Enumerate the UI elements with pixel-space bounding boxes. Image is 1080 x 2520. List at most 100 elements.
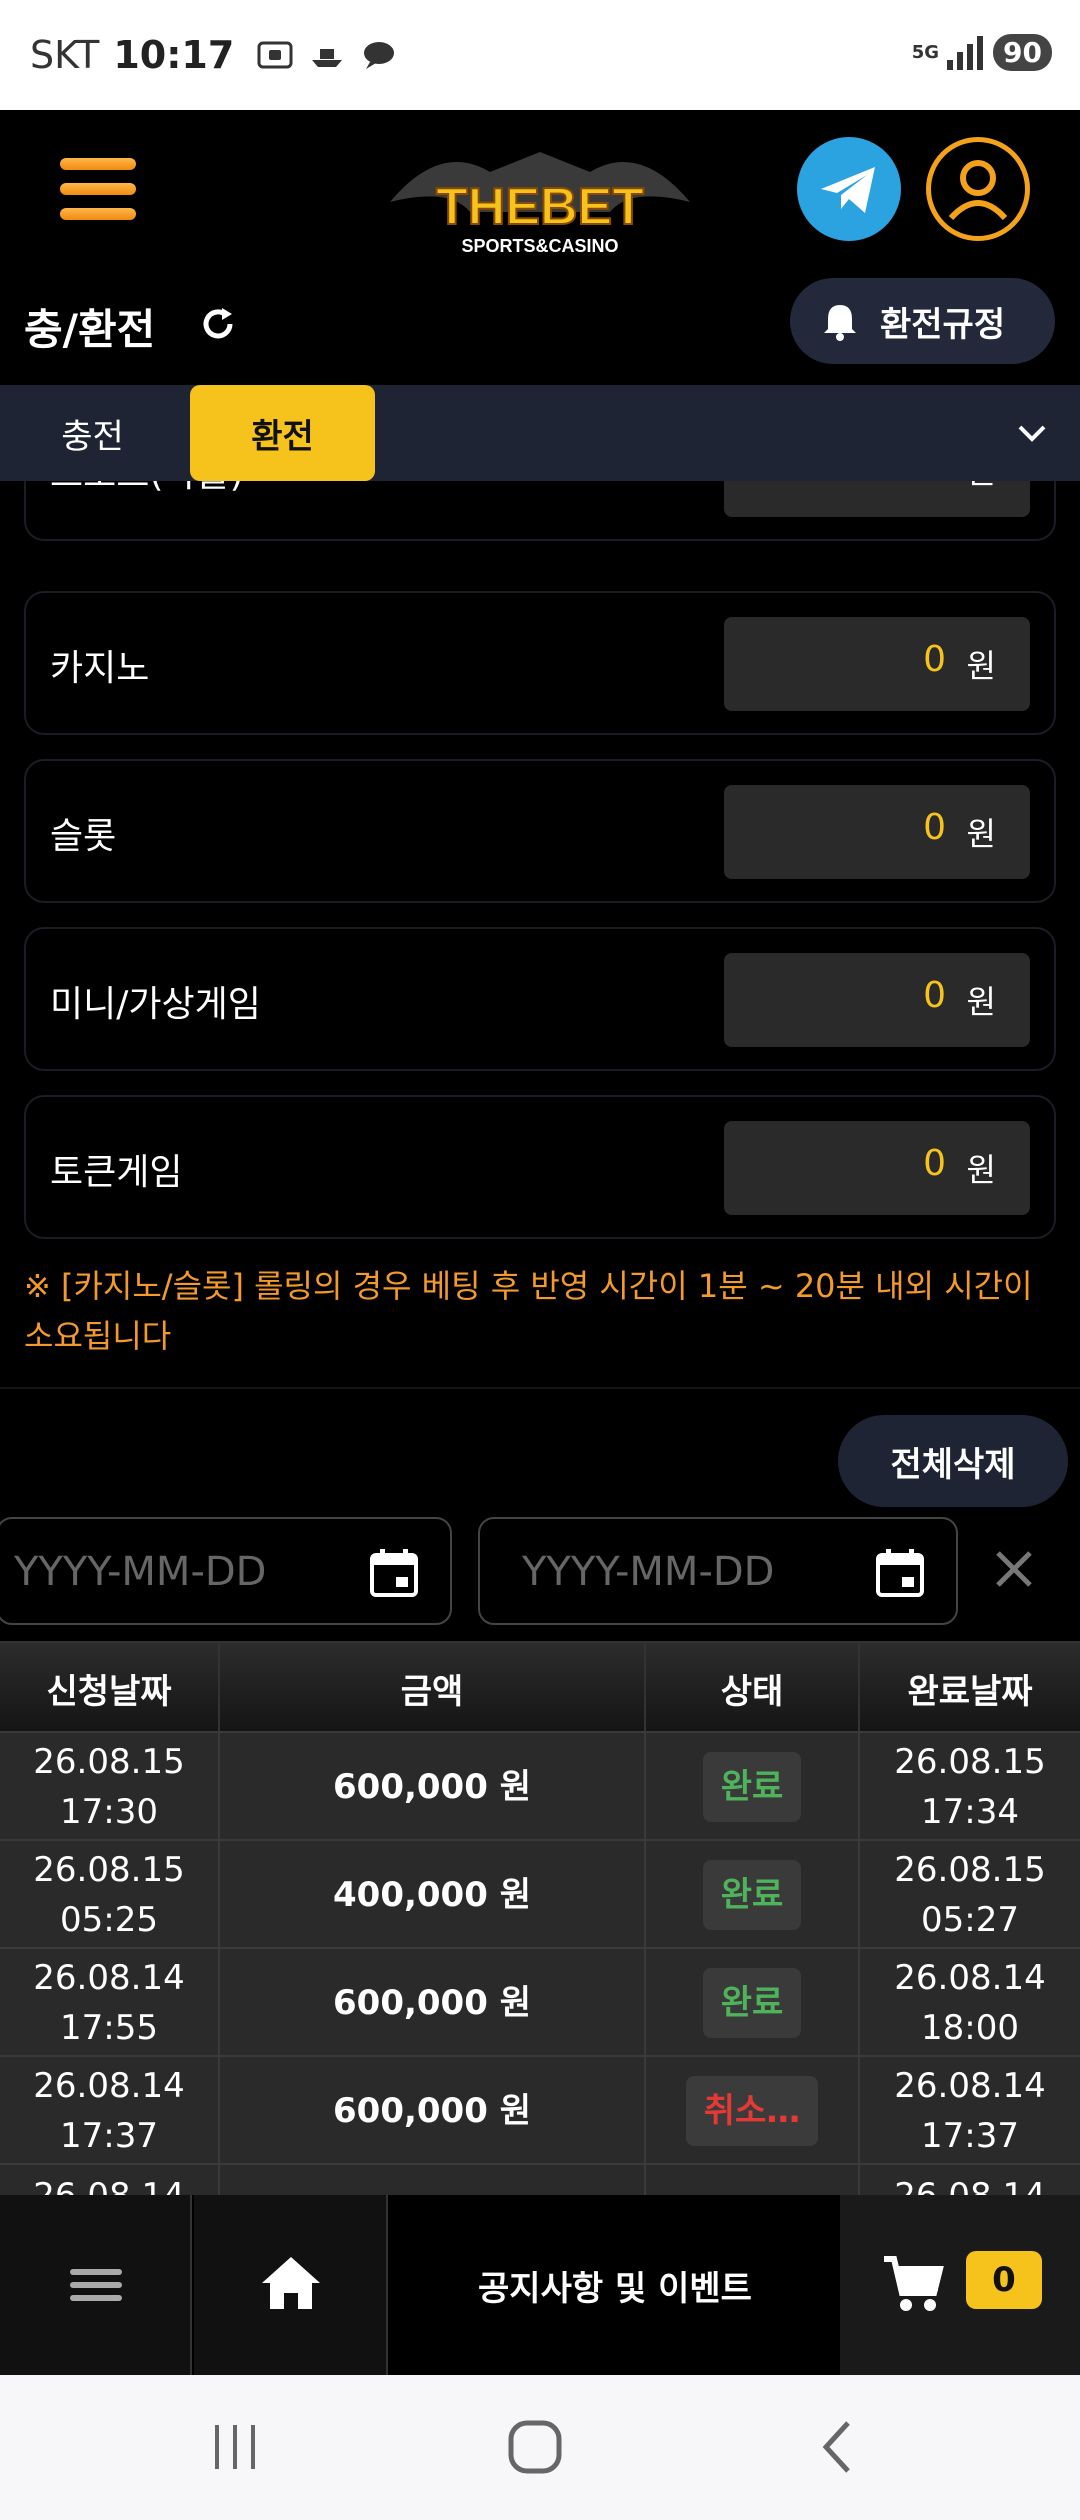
date-from-placeholder: YYYY-MM-DD: [14, 1549, 267, 1595]
complete-date-cell: 26.08.15 17:34: [894, 1742, 1046, 1832]
amount-cell: 600,000 원: [220, 1733, 646, 1841]
complete-date-cell: 26.08.14 17:37: [894, 2066, 1046, 2156]
bottom-bar: 공지사항 및 이벤트 0: [0, 2195, 1080, 2375]
amount-cell: 600,000 원: [220, 1949, 646, 2057]
table-header: 신청날짜 금액 상태 완료날짜: [0, 1641, 1080, 1733]
balance-row-casino: 카지노 0 원: [24, 591, 1056, 735]
page-title-row: 충/환전 환전규정: [0, 270, 1080, 385]
status-cell: 완료: [646, 1841, 860, 1949]
status-cell: 완료: [646, 1949, 860, 2057]
table-row: 26.08.15 05:25 400,000 원 완료 26.08.15 05:27: [0, 1839, 1080, 1949]
balance-value: 0: [923, 639, 946, 680]
request-date-cell: 26.08.14 17:55: [0, 1949, 220, 2057]
cart-button[interactable]: 0: [840, 2195, 1080, 2375]
cart-icon: [884, 2256, 944, 2311]
column-header: 상태: [646, 1643, 860, 1733]
recent-apps-icon[interactable]: [205, 2417, 265, 2477]
balance-unit: 원: [967, 481, 996, 493]
calendar-icon[interactable]: [874, 1547, 926, 1599]
menu-icon[interactable]: [60, 158, 136, 220]
page-title: 충/환전: [24, 305, 156, 354]
clear-icon[interactable]: [988, 1543, 1040, 1595]
date-from-input[interactable]: YYYY-MM-DD: [0, 1517, 452, 1625]
balance-label: 미니/가상게임: [50, 984, 261, 1025]
screenshot-icon: [257, 41, 293, 69]
app-screen: SKT 10:17 5G 90 THEBET SPORTS&CASINO 충/환…: [0, 0, 1080, 2520]
balance-value-box[interactable]: 0 원: [724, 785, 1030, 879]
balance-label: 슬롯: [50, 816, 117, 857]
refresh-icon[interactable]: [198, 304, 238, 344]
home-button[interactable]: [194, 2195, 388, 2375]
column-header: 금액: [220, 1643, 646, 1733]
carrier-label: SKT: [30, 33, 100, 77]
balance-row-slot: 슬롯 0 원: [24, 759, 1056, 903]
column-header: 신청날짜: [0, 1643, 220, 1733]
balance-unit: 원: [966, 647, 996, 685]
home-icon: [262, 2257, 320, 2309]
balance-row-token: 토큰게임 0 원: [24, 1095, 1056, 1239]
balance-row-sports: 스포츠(나폴) 0 원: [24, 481, 1056, 541]
balance-value-box[interactable]: 0 원: [724, 953, 1030, 1047]
notice-events-button[interactable]: 공지사항 및 이벤트: [390, 2195, 840, 2375]
tab-charge[interactable]: 충전: [0, 385, 185, 481]
bottom-menu-button[interactable]: [0, 2195, 192, 2375]
status-cell: 취소…: [646, 2057, 860, 2165]
balance-value: 0: [923, 975, 946, 1016]
exchange-rules-label: 환전규정: [880, 304, 1006, 345]
thebet-logo[interactable]: THEBET SPORTS&CASINO: [380, 132, 700, 262]
exchange-rules-button[interactable]: 환전규정: [790, 278, 1055, 364]
network-label: 5G: [911, 41, 940, 63]
table-row: 26.08.14 17:55 600,000 원 완료 26.08.14 18:00: [0, 1947, 1080, 2057]
balance-label: 스포츠(나폴): [50, 481, 244, 497]
complete-date-cell: 26.08.15 05:27: [894, 1850, 1046, 1940]
balance-value: 0: [923, 807, 946, 848]
balance-value-box[interactable]: 0 원: [724, 1121, 1030, 1215]
balance-row-mini: 미니/가상게임 0 원: [24, 927, 1056, 1071]
balance-label: 카지노: [50, 648, 150, 689]
logo-text: THEBET: [436, 178, 644, 236]
balance-value-box[interactable]: 0 원: [724, 481, 1030, 517]
app-header: THEBET SPORTS&CASINO: [0, 110, 1080, 270]
exchange-content: 스포츠(나폴) 0 원 카지노 0 원 슬롯 0 원 미니/가상게임 0: [0, 481, 1080, 2389]
back-icon[interactable]: [810, 2417, 870, 2477]
column-header: 완료날짜: [907, 1671, 1033, 1712]
chevron-down-icon[interactable]: [1014, 415, 1050, 451]
status-badge: 완료: [702, 1968, 802, 2038]
amount-cell: 600,000 원: [220, 2057, 646, 2165]
bell-icon: [824, 305, 856, 341]
status-cell: 완료: [646, 1733, 860, 1841]
status-badge[interactable]: 취소…: [685, 2076, 819, 2146]
home-nav-icon[interactable]: [505, 2417, 565, 2477]
balance-value-box[interactable]: 0 원: [724, 617, 1030, 711]
menu-icon: [70, 2269, 122, 2301]
request-date-cell: 26.08.14 17:37: [0, 2057, 220, 2165]
table-row: 26.08.15 17:30 600,000 원 완료 26.08.15 17:34: [0, 1731, 1080, 1841]
rolling-notice: ※ [카지노/슬롯] 롤링의 경우 베팅 후 반영 시간이 1분 ~ 20분 내…: [24, 1267, 1033, 1355]
request-date-cell: 26.08.15 05:25: [0, 1841, 220, 1949]
complete-date-cell: 26.08.14 18:00: [894, 1958, 1046, 2048]
balance-value: 0: [923, 1143, 946, 1184]
amount-cell: 400,000 원: [220, 1841, 646, 1949]
status-badge: 완료: [702, 1860, 802, 1930]
tab-exchange[interactable]: 환전: [190, 385, 375, 481]
user-account-icon[interactable]: [926, 137, 1030, 241]
section-divider: [0, 1387, 1080, 1389]
clock: 10:17: [113, 33, 235, 77]
balance-unit: 원: [966, 983, 996, 1021]
status-badge: 완료: [702, 1752, 802, 1822]
balance-unit: 원: [966, 1151, 996, 1189]
balance-label: 토큰게임: [50, 1152, 183, 1193]
date-to-placeholder: YYYY-MM-DD: [522, 1549, 775, 1595]
logo-subtext: SPORTS&CASINO: [461, 236, 618, 256]
date-to-input[interactable]: YYYY-MM-DD: [478, 1517, 958, 1625]
status-bar: SKT 10:17 5G 90: [0, 0, 1080, 110]
telegram-icon[interactable]: [797, 137, 901, 241]
request-date-cell: 26.08.15 17:30: [0, 1733, 220, 1841]
chat-icon: [364, 42, 395, 69]
system-navigation-bar: [0, 2375, 1080, 2520]
ship-icon: [312, 49, 343, 67]
balance-value: 0: [923, 481, 946, 486]
calendar-icon[interactable]: [368, 1547, 420, 1599]
status-right: 5G 90: [912, 34, 1052, 71]
delete-all-button[interactable]: 전체삭제: [838, 1415, 1068, 1507]
